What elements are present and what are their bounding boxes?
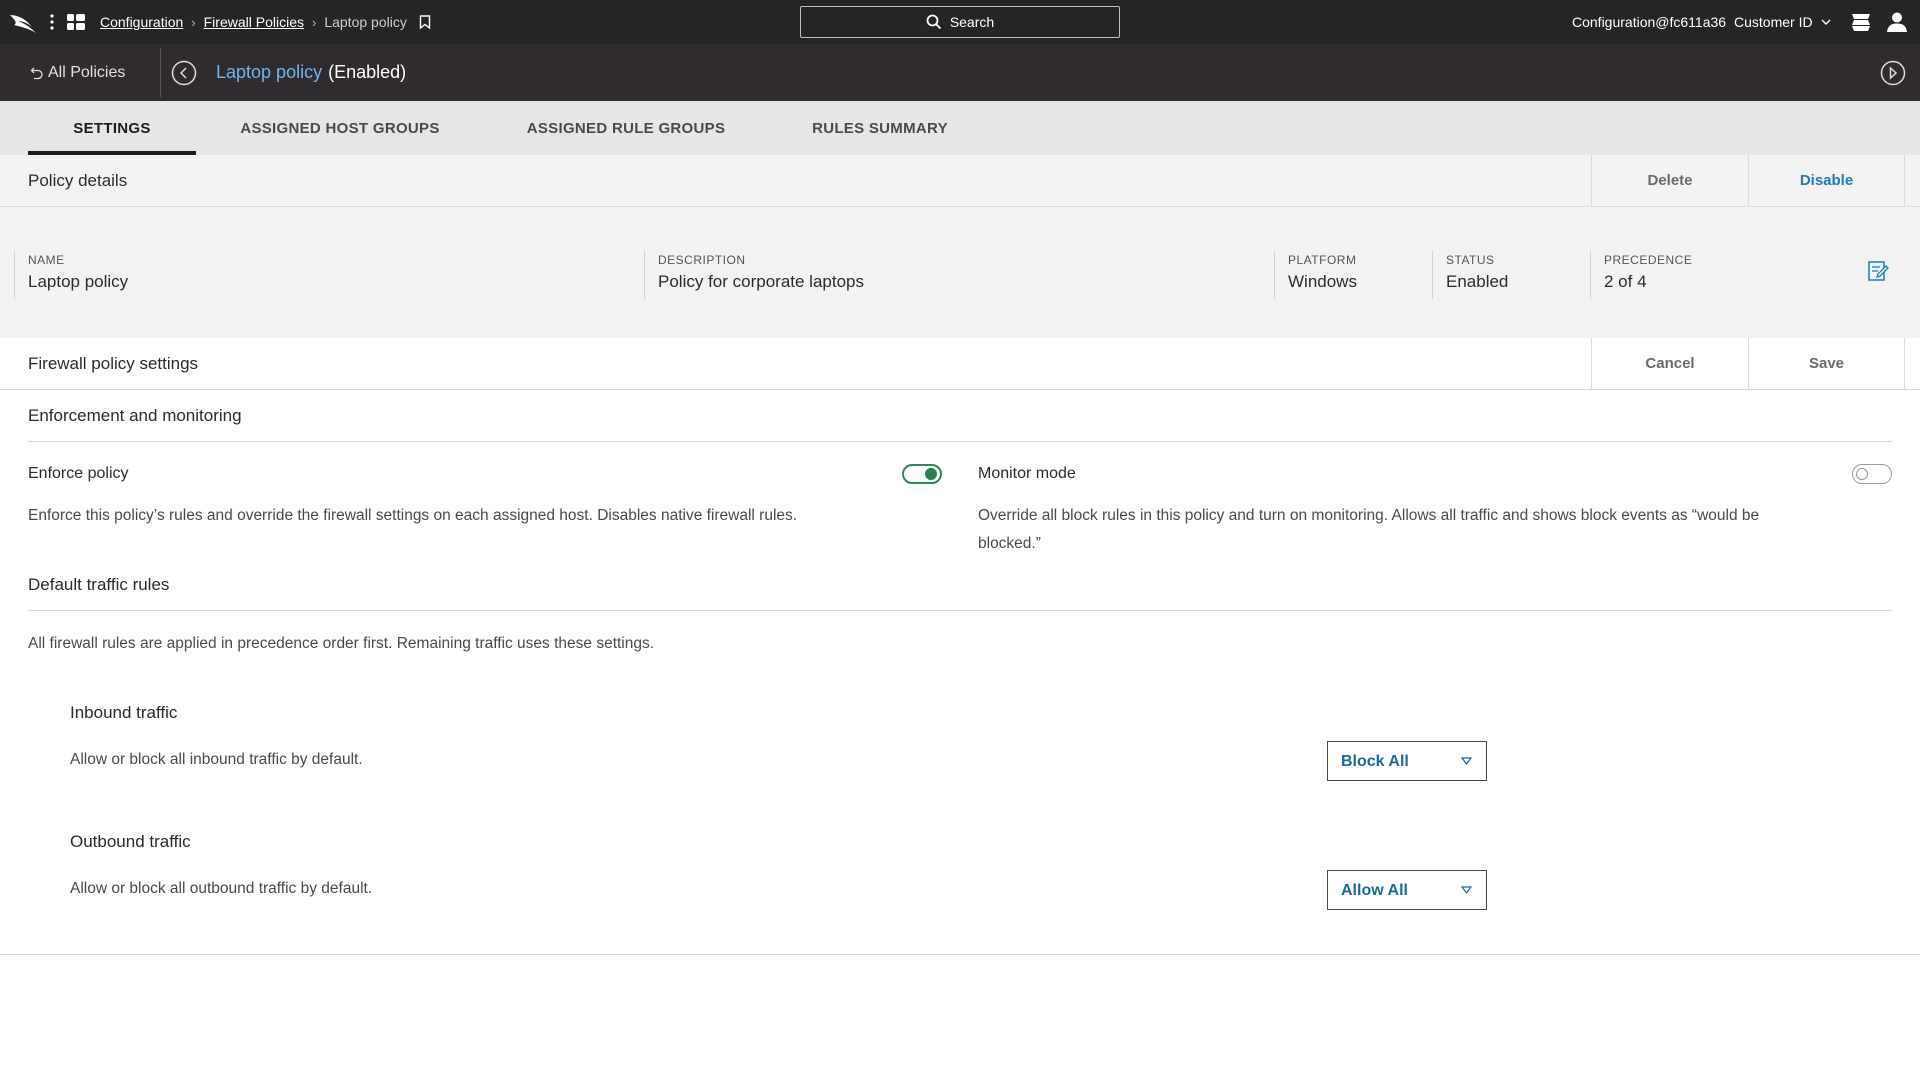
apps-grid-icon[interactable] <box>66 12 86 32</box>
monitor-mode-description-line-1: Override all block rules in this policy … <box>978 507 1760 524</box>
inbound-traffic-select[interactable]: Block All <box>1327 741 1487 781</box>
save-button[interactable]: Save <box>1748 338 1905 390</box>
return-arrow-icon <box>30 67 43 79</box>
divider <box>28 441 1892 442</box>
chevron-down-icon <box>1461 886 1472 894</box>
tab-assigned-host-groups[interactable]: ASSIGNED HOST GROUPS <box>226 101 454 155</box>
monitor-mode-description-line-2: blocked.” <box>978 535 1041 552</box>
header-divider <box>160 48 161 97</box>
edit-icon[interactable] <box>1867 260 1889 282</box>
delete-button[interactable]: Delete <box>1591 155 1748 207</box>
enforce-policy-label: Enforce policy <box>28 465 129 482</box>
policy-details-header: Policy details Delete Disable <box>0 155 1920 207</box>
policy-name: Laptop policy <box>216 62 323 82</box>
policy-state: (Enabled) <box>328 62 407 82</box>
monitor-mode-toggle[interactable] <box>1852 464 1892 484</box>
policy-title: Laptop policy (Enabled) <box>216 44 406 101</box>
inbound-traffic-description: Allow or block all inbound traffic by de… <box>70 751 363 768</box>
detail-label: PRECEDENCE <box>1604 253 1693 267</box>
breadcrumb-current: Laptop policy <box>324 14 407 30</box>
detail-value: Policy for corporate laptops <box>658 272 864 291</box>
tab-rules-summary[interactable]: RULES SUMMARY <box>800 101 960 155</box>
monitor-mode-description: Override all block rules in this policy … <box>978 502 1878 558</box>
detail-label: NAME <box>28 253 65 267</box>
bookmark-icon[interactable] <box>419 15 431 29</box>
outbound-traffic-value: Allow All <box>1341 882 1408 899</box>
chevron-down-icon <box>1821 19 1831 25</box>
previous-policy-icon[interactable] <box>171 60 197 86</box>
disable-button[interactable]: Disable <box>1748 155 1905 207</box>
detail-label: DESCRIPTION <box>658 253 746 267</box>
toggle-knob <box>925 468 937 480</box>
divider <box>28 610 1892 611</box>
policy-details-title: Policy details <box>28 171 128 190</box>
chevron-down-icon <box>1461 757 1472 765</box>
detail-precedence: PRECEDENCE 2 of 4 <box>1590 251 1810 299</box>
detail-platform: PLATFORM Windows <box>1274 251 1432 299</box>
next-policy-icon[interactable] <box>1880 60 1906 86</box>
detail-description: DESCRIPTION Policy for corporate laptops <box>644 251 1274 299</box>
top-bar: Configuration › Firewall Policies › Lapt… <box>0 0 1920 44</box>
tab-assigned-rule-groups[interactable]: ASSIGNED RULE GROUPS <box>516 101 736 155</box>
policy-header: All Policies Laptop policy (Enabled) <box>0 44 1920 101</box>
firewall-settings-title: Firewall policy settings <box>28 354 199 373</box>
all-policies-link[interactable]: All Policies <box>30 44 125 101</box>
detail-label: STATUS <box>1446 253 1495 267</box>
tab-bar: SETTINGS ASSIGNED HOST GROUPS ASSIGNED R… <box>0 101 1920 155</box>
detail-status: STATUS Enabled <box>1432 251 1590 299</box>
search-button[interactable]: Search <box>800 6 1120 38</box>
chevron-right-icon: › <box>191 14 196 30</box>
user-account[interactable]: Configuration@fc611a36 <box>1572 0 1726 44</box>
breadcrumb-configuration[interactable]: Configuration <box>100 14 183 30</box>
policy-details-panel: NAME Laptop policy DESCRIPTION Policy fo… <box>0 207 1920 338</box>
enforce-policy-description: Enforce this policy’s rules and override… <box>28 507 798 524</box>
detail-label: PLATFORM <box>1288 253 1357 267</box>
outbound-traffic-select[interactable]: Allow All <box>1327 870 1487 910</box>
tab-settings[interactable]: SETTINGS <box>28 101 196 155</box>
outbound-traffic-description: Allow or block all outbound traffic by d… <box>70 880 373 897</box>
chevron-right-icon: › <box>311 14 317 30</box>
toggle-knob <box>1856 467 1868 480</box>
customer-id-label: Customer ID <box>1734 14 1813 30</box>
firewall-settings-header: Firewall policy settings Cancel Save <box>0 338 1920 390</box>
detail-value: Laptop policy <box>28 272 129 291</box>
user-profile-icon[interactable] <box>1886 11 1908 33</box>
search-label: Search <box>949 14 995 30</box>
search-icon <box>926 14 941 30</box>
stacked-layers-icon[interactable] <box>1850 12 1872 32</box>
breadcrumb-firewall-policies[interactable]: Firewall Policies <box>204 14 304 30</box>
detail-name: NAME Laptop policy <box>14 251 644 299</box>
outbound-traffic-title: Outbound traffic <box>70 832 191 851</box>
more-vertical-icon[interactable] <box>44 11 60 33</box>
default-traffic-rules-title: Default traffic rules <box>28 575 170 594</box>
detail-value: Windows <box>1288 272 1357 291</box>
inbound-traffic-title: Inbound traffic <box>70 703 178 722</box>
detail-value: 2 of 4 <box>1604 272 1647 291</box>
inbound-traffic-value: Block All <box>1341 753 1409 770</box>
default-traffic-rules-description: All firewall rules are applied in preced… <box>28 635 655 652</box>
enforcement-title: Enforcement and monitoring <box>28 406 242 425</box>
detail-value: Enabled <box>1446 272 1509 291</box>
breadcrumb: Configuration › Firewall Policies › Lapt… <box>100 0 431 44</box>
monitor-mode-label: Monitor mode <box>978 465 1076 482</box>
cancel-button[interactable]: Cancel <box>1591 338 1748 390</box>
section-bottom-divider <box>0 954 1920 955</box>
falcon-logo-icon[interactable] <box>8 9 40 35</box>
all-policies-label: All Policies <box>48 63 126 81</box>
customer-id-dropdown[interactable]: Customer ID <box>1734 0 1831 44</box>
enforce-policy-toggle[interactable] <box>902 464 942 484</box>
